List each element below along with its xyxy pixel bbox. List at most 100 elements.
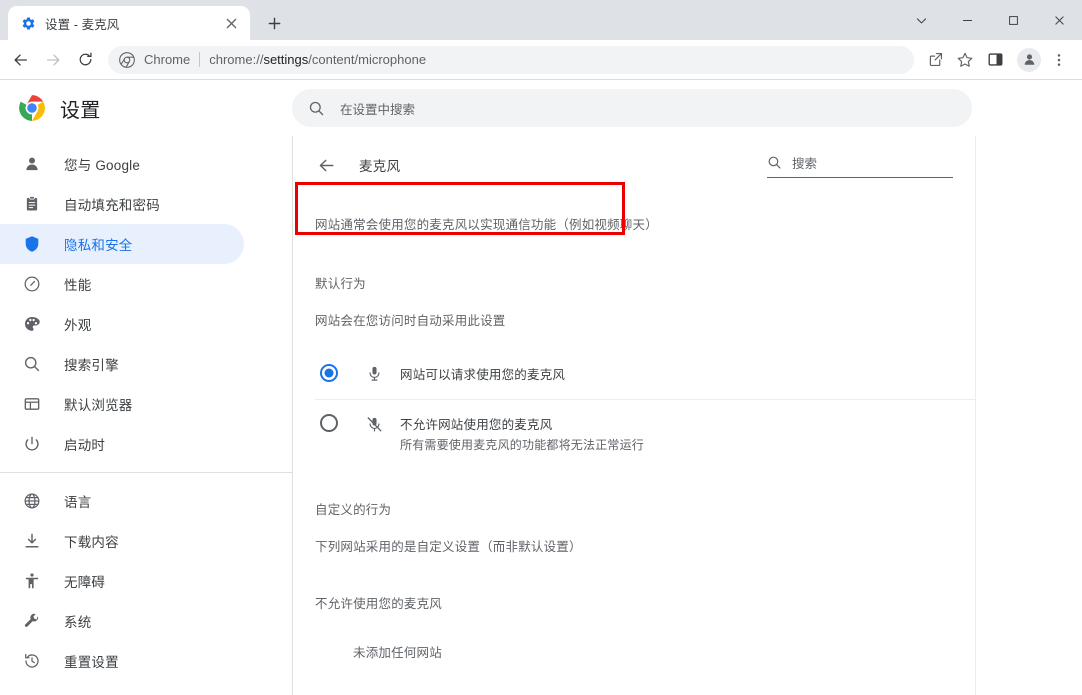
browser-window: 设置 - 麦克风 Chrome chrome://settings/conten… (0, 0, 1082, 695)
radio-option-ask-label: 网站可以请求使用您的麦克风 (400, 367, 566, 382)
default-behavior-description: 网站会在您访问时自动采用此设置 (315, 314, 506, 328)
exception-section-blocked: 不允许使用您的麦克风 未添加任何网站 (293, 555, 975, 661)
custom-behavior-description: 下列网站采用的是自定义设置（而非默认设置） (315, 540, 582, 554)
sidebar-item-label: 搜索引擎 (64, 358, 119, 373)
search-icon (308, 99, 326, 117)
settings-brand: 设置 (0, 94, 256, 123)
sidebar-item-downloads[interactable]: 下载内容 (0, 521, 244, 561)
url-strong: settings (263, 52, 309, 67)
reload-button[interactable] (70, 45, 100, 75)
sidebar-item-label: 系统 (64, 615, 92, 630)
default-behavior-radio-group: 网站可以请求使用您的麦克风 不允许网站使用您的麦克风 所有需要使用麦克风的功能都… (293, 347, 975, 453)
search-icon (22, 354, 42, 374)
sidebar-item-label: 重置设置 (64, 655, 119, 670)
download-icon (22, 531, 42, 551)
chrome-icon (119, 51, 135, 68)
settings-search-placeholder: 在设置中搜索 (340, 102, 416, 117)
settings-body: 您与 Google 自动填充和密码 隐私和安全 性能 外观 搜索引擎 默认浏览器… (0, 136, 1082, 695)
settings-search-box[interactable]: 在设置中搜索 (292, 89, 972, 127)
sidebar-item-label: 启动时 (64, 438, 106, 453)
settings-page: 设置 在设置中搜索 您与 Google 自动填充和密码 隐私和安全 性能 外观 … (0, 80, 1082, 695)
sidebar-item-label: 您与 Google (64, 158, 141, 173)
settings-header: 设置 在设置中搜索 (0, 80, 1082, 136)
sidebar-item-languages[interactable]: 语言 (0, 481, 244, 521)
history-restore-icon (22, 651, 42, 671)
forward-button[interactable] (38, 45, 68, 75)
sidebar-item-privacy-security[interactable]: 隐私和安全 (0, 224, 244, 264)
sidebar-item-system[interactable]: 系统 (0, 601, 244, 641)
sidebar-item-label: 自动填充和密码 (64, 198, 160, 213)
sidebar-item-reset-settings[interactable]: 重置设置 (0, 641, 244, 681)
subpage-search-input[interactable]: 搜索 (767, 153, 953, 178)
shield-icon (22, 234, 42, 254)
default-behavior-label: 默认行为 (315, 277, 366, 291)
sidebar-item-search-engine[interactable]: 搜索引擎 (0, 344, 244, 384)
avatar (1017, 47, 1041, 72)
exception-section-allowed: 允许使用您的麦克风 (293, 661, 975, 695)
radio-button-block[interactable] (320, 414, 338, 432)
microphone-settings-card: 麦克风 搜索 网站通常会使用您的麦克风以实现通信功能（例如视频聊天） 默认行为 … (293, 136, 976, 695)
close-icon[interactable] (1036, 0, 1082, 40)
accessibility-icon (22, 571, 42, 591)
sidebar-item-performance[interactable]: 性能 (0, 264, 244, 304)
new-tab-button[interactable] (260, 9, 288, 37)
radio-option-ask-texts: 网站可以请求使用您的麦克风 (400, 364, 565, 383)
bookmark-star-icon[interactable] (950, 45, 980, 75)
sidebar-item-on-startup[interactable]: 启动时 (0, 424, 244, 464)
sidebar-item-label: 下载内容 (64, 535, 119, 550)
side-panel-icon[interactable] (980, 45, 1010, 75)
omnibox-chrome-label: Chrome (144, 52, 191, 67)
microphone-off-icon (364, 414, 384, 434)
speedometer-icon (22, 274, 42, 294)
more-menu-icon[interactable] (1044, 45, 1074, 75)
minimize-icon[interactable] (944, 0, 990, 40)
browser-toolbar: Chrome chrome://settings/content/microph… (0, 40, 1082, 80)
radio-option-ask[interactable]: 网站可以请求使用您的麦克风 (293, 347, 975, 399)
maximize-icon[interactable] (990, 0, 1036, 40)
microphone-intro-text: 网站通常会使用您的麦克风以实现通信功能（例如视频聊天） (315, 218, 658, 232)
share-icon[interactable] (920, 45, 950, 75)
browser-window-icon (22, 394, 42, 414)
microphone-icon (364, 363, 384, 383)
exception-section-title: 不允许使用您的麦克风 (315, 597, 443, 611)
sidebar-item-label: 性能 (64, 278, 92, 293)
radio-option-block-label: 不允许网站使用您的麦克风 (400, 418, 553, 432)
exception-empty-text: 未添加任何网站 (353, 646, 442, 660)
chrome-logo-icon (18, 94, 46, 122)
sidebar-item-label: 隐私和安全 (64, 238, 133, 253)
omnibox-url: chrome://settings/content/microphone (209, 52, 902, 67)
radio-option-block[interactable]: 不允许网站使用您的麦克风 所有需要使用麦克风的功能都将无法正常运行 (293, 400, 975, 453)
url-suffix: /content/microphone (308, 52, 427, 67)
sidebar-item-default-browser[interactable]: 默认浏览器 (0, 384, 244, 424)
subpage-search-placeholder: 搜索 (792, 156, 818, 171)
subpage-header: 麦克风 搜索 (293, 136, 975, 194)
wrench-icon (22, 611, 42, 631)
sidebar-item-you-and-google[interactable]: 您与 Google (0, 144, 244, 184)
close-icon[interactable] (222, 14, 240, 32)
tab-title: 设置 - 麦克风 (45, 17, 120, 32)
back-arrow-icon[interactable] (315, 154, 337, 176)
sidebar-item-label: 默认浏览器 (64, 398, 133, 413)
sidebar-item-autofill-passwords[interactable]: 自动填充和密码 (0, 184, 244, 224)
toolbar-actions (920, 45, 1074, 75)
power-icon (22, 434, 42, 454)
settings-content: 麦克风 搜索 网站通常会使用您的麦克风以实现通信功能（例如视频聊天） 默认行为 … (293, 136, 1082, 695)
chevron-down-icon[interactable] (898, 0, 944, 40)
profile-avatar-icon[interactable] (1014, 45, 1044, 75)
sidebar-item-accessibility[interactable]: 无障碍 (0, 561, 244, 601)
clipboard-icon (22, 194, 42, 214)
globe-icon (22, 491, 42, 511)
radio-option-block-sublabel: 所有需要使用麦克风的功能都将无法正常运行 (400, 438, 645, 452)
url-prefix: chrome:// (209, 52, 264, 67)
omnibox[interactable]: Chrome chrome://settings/content/microph… (108, 45, 914, 74)
back-button[interactable] (6, 45, 36, 75)
person-icon (22, 154, 42, 174)
radio-option-block-texts: 不允许网站使用您的麦克风 所有需要使用麦克风的功能都将无法正常运行 (400, 414, 644, 453)
radio-button-ask[interactable] (320, 364, 338, 382)
page-title: 设置 (60, 99, 101, 122)
sidebar-item-label: 外观 (64, 318, 92, 333)
search-icon (767, 155, 782, 170)
browser-tab[interactable]: 设置 - 麦克风 (8, 6, 250, 40)
sidebar-item-appearance[interactable]: 外观 (0, 304, 244, 344)
palette-icon (22, 314, 42, 334)
